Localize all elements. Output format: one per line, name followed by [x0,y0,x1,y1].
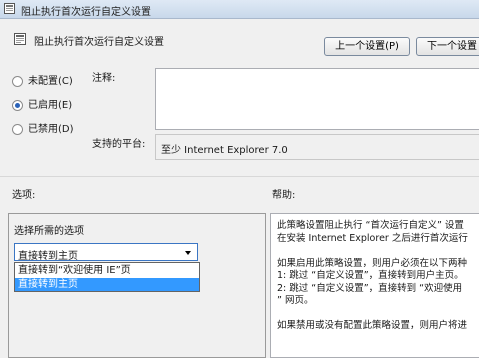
comment-textarea[interactable] [155,68,479,130]
radio-circle-selected[interactable] [12,99,23,111]
chevron-down-icon[interactable] [185,251,191,255]
dropdown-item-home-page[interactable]: 直接转到主页 [15,278,199,291]
comment-label: 注释: [92,73,116,84]
radio-disabled[interactable]: 已禁用(D) [12,120,74,135]
option-dropdown-list: 直接转到“欢迎使用 IE”页 直接转到主页 [14,262,200,292]
title-bar: 阻止执行首次运行自定义设置 [0,0,479,19]
policy-setting-icon [14,33,26,45]
help-line: 2: 跳过 “自定义设置”，直接转到 “欢迎使用 [277,282,463,294]
radio-circle[interactable] [12,75,23,87]
options-heading: 选项: [12,190,36,201]
help-line: 此策略设置阻止执行 “首次运行自定义” 设置 [277,220,464,231]
next-setting-button[interactable]: 下一个设置 [416,37,479,56]
supported-platforms-value: 至少 Internet Explorer 7.0 [161,145,288,156]
dropdown-item-welcome-page[interactable]: 直接转到“欢迎使用 IE”页 [15,264,199,277]
help-paragraph: 此策略设置阻止执行 “首次运行自定义” 设置 在安装 Internet Expl… [277,220,479,245]
previous-setting-button[interactable]: 上一个设置(P) [324,37,410,56]
policy-window-icon [4,3,15,14]
help-paragraph: 如果启用此策略设置，则用户必须在以下两种 1: 跳过 “自定义设置”，直接转到用… [277,258,479,308]
policy-title: 阻止执行首次运行自定义设置 [34,37,164,48]
help-line: 1: 跳过 “自定义设置”，直接转到用户主页。 [277,270,464,281]
option-select-value: 直接转到主页 [18,251,78,262]
section-divider [0,176,479,177]
help-line: ” 网页。 [277,295,314,306]
radio-label: 未配置(C) [28,76,73,87]
radio-label: 已启用(E) [28,100,73,111]
help-heading: 帮助: [272,190,296,201]
help-line: 如果禁用或没有配置此策略设置，则用户将进 [277,320,468,331]
help-paragraph: 如果禁用或没有配置此策略设置，则用户将进 [277,320,479,333]
help-line: 如果启用此策略设置，则用户必须在以下两种 [277,257,468,269]
help-line: 在安装 Internet Explorer 之后进行首次运行 [277,232,468,244]
option-select[interactable]: 直接转到主页 [14,243,198,262]
window-title: 阻止执行首次运行自定义设置 [21,7,151,18]
radio-enabled[interactable]: 已启用(E) [12,96,72,111]
supported-platforms-box: 至少 Internet Explorer 7.0 [155,134,479,160]
radio-not-configured[interactable]: 未配置(C) [12,72,73,87]
radio-circle[interactable] [12,123,23,135]
radio-label: 已禁用(D) [28,124,74,135]
options-prompt: 选择所需的选项 [14,226,84,237]
supported-platforms-label: 支持的平台: [92,139,146,150]
help-text: 此策略设置阻止执行 “首次运行自定义” 设置 在安装 Internet Expl… [277,220,479,345]
